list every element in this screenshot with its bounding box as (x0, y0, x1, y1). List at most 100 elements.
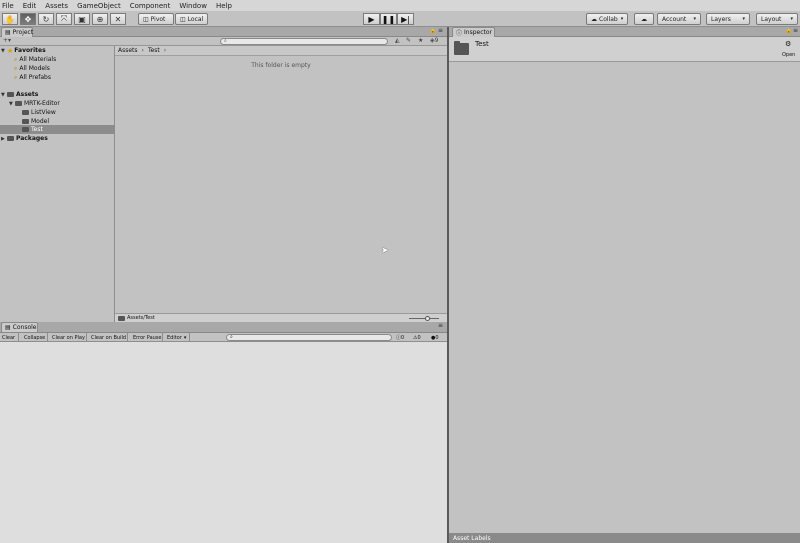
local-icon: ◫ (180, 15, 186, 23)
project-search-input[interactable]: ⌕ (220, 38, 388, 45)
settings-gear-icon[interactable]: ⚙ (785, 40, 791, 48)
icon-size-slider[interactable] (409, 316, 439, 321)
clear-on-play-toggle[interactable]: Clear on Play (50, 333, 87, 342)
search-icon: ⌕ (14, 73, 18, 81)
step-button[interactable]: ▶| (397, 13, 414, 25)
panel-menu-icon[interactable]: ≡ (438, 322, 443, 329)
menu-component[interactable]: Component (130, 2, 171, 10)
tree-packages[interactable]: ▶ Packages (0, 134, 115, 143)
breadcrumb-test[interactable]: Test (148, 47, 160, 54)
error-pause-toggle[interactable]: Error Pause (131, 333, 163, 342)
tab-inspector[interactable]: ⓘ Inspector (452, 27, 495, 37)
search-by-type-icon[interactable]: ◭ (395, 37, 400, 44)
layers-dropdown[interactable]: Layers ▾ (706, 13, 750, 25)
warning-count-toggle[interactable]: ⚠ 0 (413, 333, 421, 342)
asset-labels-bar[interactable]: Asset Labels (449, 533, 800, 543)
tab-project[interactable]: ▤ Project (1, 27, 33, 37)
inspector-body (449, 62, 800, 533)
create-dropdown[interactable]: +▾ (3, 37, 11, 44)
slider-handle[interactable] (425, 316, 430, 321)
folder-icon (22, 119, 29, 124)
lock-icon[interactable]: 🔒 (429, 27, 436, 34)
scale-tool-button[interactable]: ⤧ (56, 13, 72, 25)
tree-favorite-item[interactable]: ⌕ All Materials (0, 55, 115, 64)
tree-favorite-item[interactable]: ⌕ All Prefabs (0, 73, 115, 82)
favorite-item-label: All Models (19, 65, 50, 72)
main-toolbar: ✋ ✥ ↻ ⤧ ▣ ⊕ ✕ ◫ Pivot ◫ Local ▶ ❚❚ ▶| ☁ Col… (0, 11, 800, 27)
error-pause-label: Error Pause (133, 334, 162, 341)
tree-folder-listview[interactable]: ListView (0, 108, 115, 117)
clear-on-play-label: Clear on Play (52, 334, 85, 341)
chevron-right-icon: › (163, 47, 167, 54)
inspector-title: Test (475, 40, 489, 48)
pause-button[interactable]: ❚❚ (380, 13, 397, 25)
rotate-icon: ↻ (42, 14, 50, 24)
tree-favorite-item[interactable]: ⌕ All Models (0, 64, 115, 73)
error-count-toggle[interactable]: ● 0 (431, 333, 439, 342)
chevron-down-icon: ▾ (620, 16, 624, 22)
project-content-area[interactable]: This folder is empty ➤ (115, 56, 447, 313)
console-log-area[interactable] (0, 342, 447, 543)
project-tree: ▼ ★ Favorites ⌕ All Materials ⌕ All Models ⌕… (0, 46, 115, 322)
error-count: 0 (435, 334, 439, 341)
favorite-star-icon[interactable]: ★ (418, 37, 423, 44)
inspector-header: Test ⚙ Open (449, 37, 800, 62)
tab-console[interactable]: ▤ Console (1, 322, 38, 332)
layout-label: Layout (761, 15, 782, 23)
rect-tool-button[interactable]: ▣ (74, 13, 90, 25)
rect-icon: ▣ (78, 14, 86, 24)
console-search-input[interactable]: ⌕ (226, 334, 392, 341)
folder-icon (7, 92, 14, 97)
lock-icon[interactable]: 🔒 (785, 27, 792, 34)
menu-file[interactable]: File (2, 2, 14, 10)
move-tool-button[interactable]: ✥ (20, 13, 36, 25)
editor-dropdown[interactable]: Editor ▾ (165, 333, 190, 342)
pivot-button[interactable]: ◫ Pivot (138, 13, 174, 25)
play-button[interactable]: ▶ (363, 13, 380, 25)
step-icon: ▶| (401, 14, 410, 24)
menu-gameobject[interactable]: GameObject (77, 2, 121, 10)
tree-folder-test[interactable]: Test (0, 125, 115, 134)
rotate-tool-button[interactable]: ↻ (38, 13, 54, 25)
local-button[interactable]: ◫ Local (175, 13, 208, 25)
tree-favorites[interactable]: ▼ ★ Favorites (0, 46, 115, 55)
local-label: Local (187, 15, 204, 23)
clear-on-build-toggle[interactable]: Clear on Build (89, 333, 128, 342)
pivot-icon: ◫ (143, 15, 149, 23)
menu-assets[interactable]: Assets (45, 2, 68, 10)
tree-folder-mrtk[interactable]: ▼ MRTK-Editor (0, 99, 115, 108)
open-button[interactable]: Open (782, 52, 795, 58)
status-path: Assets/Test (127, 315, 155, 321)
transform-tool-button[interactable]: ⊕ (92, 13, 108, 25)
clear-button[interactable]: Clear (0, 333, 19, 342)
assets-label: Assets (16, 91, 39, 98)
collapse-toggle[interactable]: Collapse (22, 333, 48, 342)
search-by-label-icon[interactable]: ✎ (406, 37, 411, 44)
inspector-tabbar: ⓘ Inspector 🔒 ≡ (449, 27, 800, 37)
log-count: 0 (401, 334, 405, 341)
collab-icon: ☁ (591, 15, 597, 23)
log-count-toggle[interactable]: ⓘ 0 (396, 333, 404, 342)
tree-assets[interactable]: ▼ Assets (0, 90, 115, 99)
panel-menu-icon[interactable]: ≡ (793, 27, 798, 34)
project-icon: ▤ (5, 29, 11, 36)
breadcrumb-assets[interactable]: Assets (118, 47, 138, 54)
menu-edit[interactable]: Edit (23, 2, 37, 10)
menu-help[interactable]: Help (216, 2, 232, 10)
cloud-icon: ☁ (641, 15, 647, 23)
tab-inspector-label: Inspector (464, 29, 493, 36)
collab-button[interactable]: ☁ Collab ▾ (586, 13, 628, 25)
folder-icon (118, 315, 125, 321)
account-button[interactable]: Account ▾ (657, 13, 701, 25)
custom-tool-button[interactable]: ✕ (110, 13, 126, 25)
asset-labels-label: Asset Labels (453, 534, 491, 542)
folder-icon (7, 136, 14, 141)
panel-menu-icon[interactable]: ≡ (438, 27, 443, 34)
menu-window[interactable]: Window (179, 2, 207, 10)
layout-dropdown[interactable]: Layout ▾ (756, 13, 798, 25)
folder-icon (22, 110, 29, 115)
hidden-packages-icon[interactable]: ◈9 (430, 37, 438, 44)
cloud-button[interactable]: ☁ (634, 13, 654, 25)
hand-tool-button[interactable]: ✋ (2, 13, 18, 25)
console-toolbar: Clear Collapse Clear on Play Clear on Bu… (0, 333, 447, 342)
